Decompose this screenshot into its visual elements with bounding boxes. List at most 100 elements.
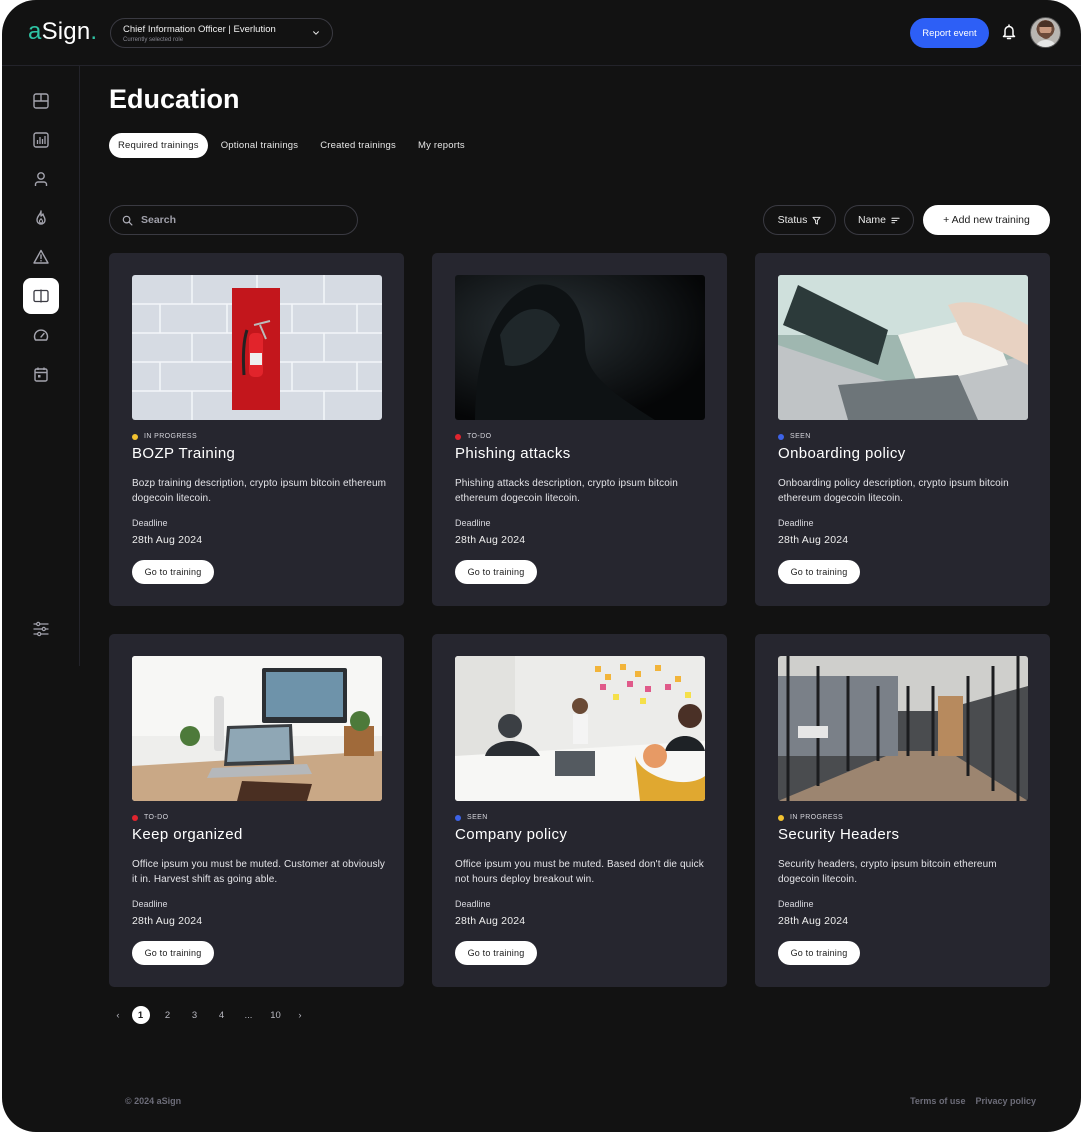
prev-page-button[interactable]: ‹ <box>109 1006 127 1024</box>
deadline-label: Deadline <box>132 899 168 909</box>
dashboard-icon <box>33 93 49 109</box>
card-image-team-meeting <box>455 656 705 801</box>
sidebar-item-reports[interactable] <box>23 122 59 158</box>
page-ellipsis: ... <box>244 1009 253 1021</box>
go-to-training-button[interactable]: Go to training <box>132 941 214 965</box>
card-description: Bozp training description, crypto ipsum … <box>132 478 387 504</box>
status-text: IN PROGRESS <box>790 814 844 821</box>
tab-bar: Required trainings Optional trainings Cr… <box>109 133 478 158</box>
go-to-training-button[interactable]: Go to training <box>455 560 537 584</box>
gauge-icon <box>33 329 49 341</box>
status-text: IN PROGRESS <box>144 433 198 440</box>
filter-icon <box>812 216 821 225</box>
status-badge: TO-DO <box>132 814 168 821</box>
sidebar-item-users[interactable] <box>23 161 59 197</box>
avatar-hair <box>1039 21 1053 27</box>
sidebar-item-incidents[interactable] <box>23 239 59 275</box>
page-button[interactable]: 10 <box>262 1006 289 1024</box>
card-title: Security Headers <box>778 826 900 843</box>
page-button[interactable]: 2 <box>154 1006 181 1024</box>
tab-my-reports[interactable]: My reports <box>409 133 474 158</box>
pagination: ‹ 1 2 3 4 ... 10 › <box>109 1006 311 1024</box>
status-badge: IN PROGRESS <box>132 433 197 440</box>
sidebar-item-education[interactable] <box>23 278 59 314</box>
status-text: TO-DO <box>144 814 169 821</box>
add-new-training-button[interactable]: + Add new training <box>923 205 1050 235</box>
training-card: SEEN Company policy Office ipsum you mus… <box>432 634 727 987</box>
card-image-desk-setup <box>132 656 382 801</box>
sidebar-item-performance[interactable] <box>23 317 59 353</box>
report-event-button[interactable]: Report event <box>910 18 989 48</box>
role-subtitle: Currently selected role <box>123 37 184 43</box>
name-sort-button[interactable]: Name <box>844 205 914 235</box>
page-button[interactable]: 3 <box>181 1006 208 1024</box>
name-sort-label: Name <box>857 214 886 226</box>
terms-of-use-link[interactable]: Terms of use <box>910 1096 965 1106</box>
status-text: SEEN <box>467 814 488 821</box>
deadline-label: Deadline <box>778 518 814 528</box>
tab-required-trainings[interactable]: Required trainings <box>109 133 208 158</box>
settings-sliders-icon <box>33 621 49 637</box>
deadline-value: 28th Aug 2024 <box>455 534 526 546</box>
card-title: BOZP Training <box>132 445 236 462</box>
user-icon <box>34 172 48 186</box>
next-page-button[interactable]: › <box>289 1006 311 1024</box>
status-dot <box>778 433 784 440</box>
app-frame: aSign. Chief Information Officer | Everl… <box>2 0 1081 1132</box>
status-filter-button[interactable]: Status <box>763 205 836 235</box>
card-title: Phishing attacks <box>455 445 571 462</box>
status-dot <box>455 433 461 440</box>
book-icon <box>33 289 49 303</box>
card-description: Office ipsum you must be muted. Based do… <box>455 859 704 885</box>
tab-optional-trainings[interactable]: Optional trainings <box>212 133 308 158</box>
logo-dot: . <box>90 18 98 45</box>
deadline-label: Deadline <box>455 518 491 528</box>
warning-icon <box>33 249 49 264</box>
sidebar-item-dashboard[interactable] <box>23 83 59 119</box>
deadline-value: 28th Aug 2024 <box>778 534 849 546</box>
status-text: TO-DO <box>467 433 492 440</box>
copyright: © 2024 aSign <box>125 1096 182 1106</box>
card-description: Phishing attacks description, crypto ips… <box>455 478 678 504</box>
status-badge: TO-DO <box>455 433 491 440</box>
deadline-value: 28th Aug 2024 <box>132 915 203 927</box>
training-card: TO-DO Keep organized Office ipsum you mu… <box>109 634 404 987</box>
go-to-training-button[interactable]: Go to training <box>132 560 214 584</box>
deadline-label: Deadline <box>132 518 168 528</box>
top-bar: aSign. Chief Information Officer | Everl… <box>2 0 1081 66</box>
page-button[interactable]: 4 <box>208 1006 235 1024</box>
status-badge: SEEN <box>455 814 488 821</box>
page-button[interactable]: 1 <box>127 1006 154 1024</box>
deadline-label: Deadline <box>455 899 491 909</box>
status-filter-label: Status <box>777 214 808 226</box>
logo-text: Sign <box>41 18 91 45</box>
sidebar-item-calendar[interactable] <box>23 356 59 392</box>
role-selector[interactable]: Chief Information Officer | Everlution C… <box>110 18 333 48</box>
tab-created-trainings[interactable]: Created trainings <box>311 133 405 158</box>
deadline-value: 28th Aug 2024 <box>778 915 849 927</box>
avatar[interactable] <box>1030 17 1061 48</box>
sidebar-item-fire-safety[interactable] <box>23 200 59 236</box>
go-to-training-button[interactable]: Go to training <box>455 941 537 965</box>
deadline-value: 28th Aug 2024 <box>132 534 203 546</box>
bell-icon[interactable] <box>1001 23 1017 41</box>
sidebar-item-settings[interactable] <box>23 611 59 647</box>
go-to-training-button[interactable]: Go to training <box>778 560 860 584</box>
logo-a: a <box>28 18 42 45</box>
status-text: SEEN <box>790 433 811 440</box>
role-title: Chief Information Officer | Everlution <box>123 24 276 35</box>
search-field[interactable] <box>109 205 358 235</box>
footer-links: Terms of use Privacy policy <box>910 1096 1036 1106</box>
deadline-value: 28th Aug 2024 <box>455 915 526 927</box>
search-icon <box>122 215 133 225</box>
card-title: Keep organized <box>132 826 243 843</box>
card-title: Company policy <box>455 826 568 843</box>
search-input[interactable] <box>141 214 341 226</box>
go-to-training-button[interactable]: Go to training <box>778 941 860 965</box>
page-title: Education <box>109 84 240 114</box>
training-card: SEEN Onboarding policy Onboarding policy… <box>755 253 1050 606</box>
card-description: Security headers, crypto ipsum bitcoin e… <box>778 859 997 885</box>
logo[interactable]: aSign. <box>28 18 97 46</box>
status-badge: SEEN <box>778 433 811 440</box>
privacy-policy-link[interactable]: Privacy policy <box>975 1096 1036 1106</box>
